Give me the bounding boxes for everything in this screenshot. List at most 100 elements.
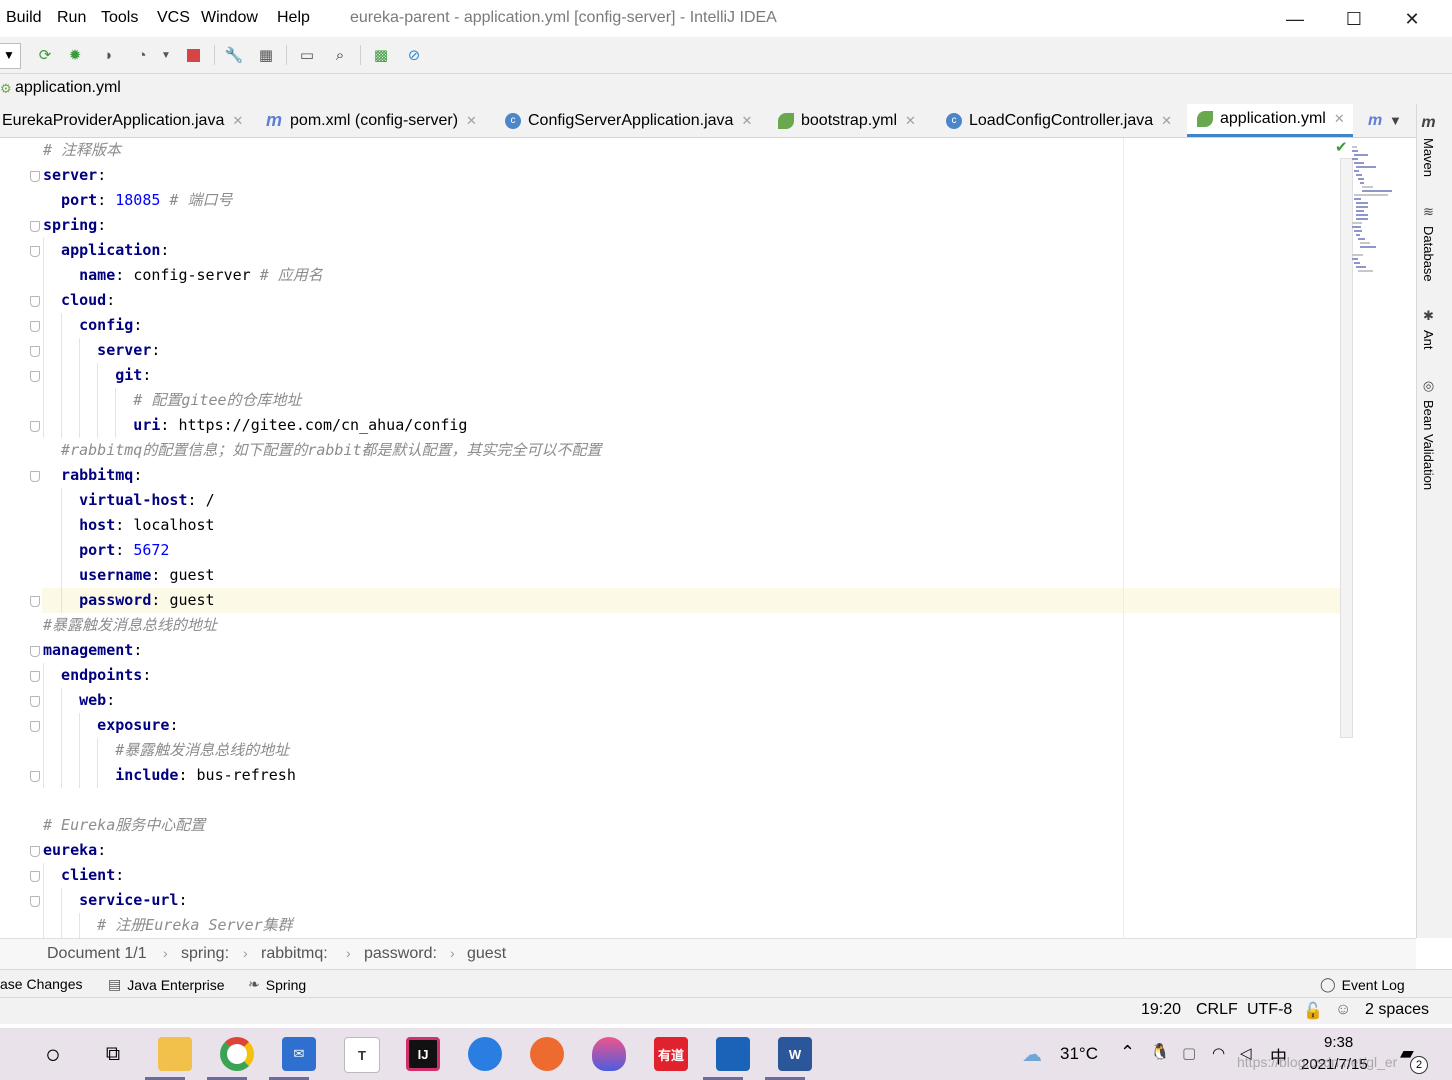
tab-bootstrap-yml[interactable]: bootstrap.yml ✕ bbox=[778, 104, 916, 137]
tab-pom-xml[interactable]: m pom.xml (config-server) ✕ bbox=[266, 104, 477, 137]
breadcrumb-document[interactable]: Document 1/1 bbox=[47, 945, 147, 963]
menu-build[interactable]: Build bbox=[6, 9, 42, 27]
breadcrumb-password[interactable]: password: bbox=[364, 945, 437, 963]
breadcrumb-spring[interactable]: spring: bbox=[181, 945, 229, 963]
chevron-up-icon[interactable]: ⌃ bbox=[1120, 1042, 1135, 1063]
fold-marker[interactable] bbox=[30, 646, 40, 657]
fold-marker[interactable] bbox=[30, 471, 40, 482]
code-line[interactable]: include: bus-refresh bbox=[43, 763, 296, 788]
power-save-icon[interactable]: ⊘ bbox=[404, 45, 424, 65]
temperature[interactable]: 31°C bbox=[1060, 1044, 1098, 1064]
code-line[interactable]: host: localhost bbox=[43, 513, 214, 538]
project-structure-icon[interactable]: ▦ bbox=[256, 45, 276, 65]
wifi-icon[interactable]: ◠ bbox=[1212, 1044, 1225, 1062]
fold-marker[interactable] bbox=[30, 896, 40, 907]
tab-load-config-controller[interactable]: c LoadConfigController.java ✕ bbox=[946, 104, 1172, 137]
tab-eureka-provider-application[interactable]: EurekaProviderApplication.java ✕ bbox=[2, 104, 243, 137]
code-line[interactable]: eureka: bbox=[43, 838, 106, 863]
rerun-icon[interactable]: ⟳ bbox=[35, 45, 55, 65]
run-config-dropdown[interactable]: ▼ bbox=[0, 43, 21, 69]
code-minimap[interactable] bbox=[1352, 146, 1414, 286]
code-editor[interactable]: # 注释版本 server: port: 18085 # 端口号 spring: a… bbox=[0, 138, 1416, 938]
code-line[interactable]: password: guest bbox=[43, 588, 214, 613]
code-line[interactable]: config: bbox=[43, 313, 142, 338]
weather-cloud-icon[interactable]: ☁ bbox=[1022, 1042, 1042, 1067]
close-tab-icon[interactable]: ✕ bbox=[466, 113, 477, 129]
code-line[interactable]: port: 5672 bbox=[43, 538, 169, 563]
close-button[interactable]: ✕ bbox=[1389, 4, 1435, 34]
code-line[interactable]: server: bbox=[43, 338, 160, 363]
code-line[interactable]: spring: bbox=[43, 213, 106, 238]
code-line[interactable]: rabbitmq: bbox=[43, 463, 142, 488]
drop-app-icon[interactable] bbox=[592, 1037, 626, 1071]
code-line[interactable]: server: bbox=[43, 163, 106, 188]
search-icon[interactable]: ⌕ bbox=[330, 45, 350, 65]
chrome-icon[interactable] bbox=[220, 1037, 254, 1071]
wrench-icon[interactable]: 🔧 bbox=[224, 45, 244, 65]
inspector-icon[interactable]: ☺ bbox=[1335, 1001, 1351, 1019]
fold-marker[interactable] bbox=[30, 346, 40, 357]
tool-event-log[interactable]: ◯ Event Log bbox=[1320, 976, 1405, 993]
photos-icon[interactable] bbox=[716, 1037, 750, 1071]
tab-config-server-application[interactable]: c ConfigServerApplication.java ✕ bbox=[505, 104, 752, 137]
indent-setting[interactable]: 2 spaces bbox=[1365, 1001, 1429, 1019]
close-tab-icon[interactable]: ✕ bbox=[232, 113, 243, 129]
code-line[interactable]: virtual-host: / bbox=[43, 488, 214, 513]
code-line[interactable]: cloud: bbox=[43, 288, 115, 313]
youdao-icon[interactable]: 有道 bbox=[654, 1037, 688, 1071]
fold-marker[interactable] bbox=[30, 246, 40, 257]
caret-position[interactable]: 19:20 bbox=[1141, 1001, 1181, 1019]
code-line[interactable]: # 注释版本 bbox=[43, 138, 121, 163]
tool-bean-validation[interactable]: ◎ Bean Validation bbox=[1421, 378, 1436, 490]
lock-icon[interactable]: 🔓 bbox=[1303, 1001, 1323, 1021]
word-icon[interactable]: W bbox=[778, 1037, 812, 1071]
tool-database-changes[interactable]: ase Changes bbox=[0, 976, 83, 992]
postman-icon[interactable] bbox=[530, 1037, 564, 1071]
search-circle-icon[interactable]: ○ bbox=[36, 1037, 70, 1071]
nav-file-name[interactable]: application.yml bbox=[15, 79, 121, 97]
minimize-button[interactable]: — bbox=[1272, 4, 1318, 34]
debug-icon[interactable]: ✹ bbox=[65, 45, 85, 65]
code-line[interactable]: management: bbox=[43, 638, 142, 663]
fold-marker[interactable] bbox=[30, 171, 40, 182]
menu-vcs[interactable]: VCS bbox=[157, 9, 190, 27]
tool-ant[interactable]: ✱ Ant bbox=[1421, 308, 1436, 350]
code-line[interactable]: #暴露触发消息总线的地址 bbox=[43, 613, 217, 638]
qq-icon[interactable]: 🐧 bbox=[1150, 1042, 1170, 1062]
code-line[interactable]: client: bbox=[43, 863, 124, 888]
fold-marker[interactable] bbox=[30, 371, 40, 382]
code-line[interactable]: # 配置gitee的仓库地址 bbox=[43, 388, 301, 413]
code-line[interactable]: web: bbox=[43, 688, 115, 713]
tool-java-enterprise[interactable]: ▤ Java Enterprise bbox=[108, 976, 225, 993]
mail-icon[interactable]: ✉ bbox=[282, 1037, 316, 1071]
coverage-icon[interactable]: ◗ bbox=[99, 45, 119, 65]
file-encoding[interactable]: UTF-8 bbox=[1247, 1001, 1292, 1019]
chevron-down-icon[interactable]: ▼ bbox=[1389, 104, 1402, 137]
breadcrumb-rabbitmq[interactable]: rabbitmq: bbox=[261, 945, 328, 963]
tool-spring[interactable]: ❧ Spring bbox=[248, 976, 306, 993]
chevron-down-icon[interactable]: ▼ bbox=[156, 45, 176, 65]
feishu-icon[interactable] bbox=[468, 1037, 502, 1071]
stop-icon[interactable] bbox=[183, 45, 203, 65]
fold-marker[interactable] bbox=[30, 596, 40, 607]
fold-marker[interactable] bbox=[30, 296, 40, 307]
close-tab-icon[interactable]: ✕ bbox=[741, 113, 752, 129]
clock-time[interactable]: 9:38 bbox=[1324, 1034, 1353, 1051]
fold-marker[interactable] bbox=[30, 696, 40, 707]
close-tab-icon[interactable]: ✕ bbox=[905, 113, 916, 129]
code-line[interactable]: application: bbox=[43, 238, 169, 263]
code-line[interactable]: # Eureka服务中心配置 bbox=[43, 813, 205, 838]
close-tab-icon[interactable]: ✕ bbox=[1161, 113, 1172, 129]
fold-marker[interactable] bbox=[30, 771, 40, 782]
menu-window[interactable]: Window bbox=[201, 9, 258, 27]
code-line[interactable]: # 注册Eureka Server集群 bbox=[43, 913, 292, 938]
task-view-icon[interactable]: ⧉ bbox=[96, 1037, 130, 1071]
line-separator[interactable]: CRLF bbox=[1196, 1001, 1238, 1019]
code-line[interactable]: #rabbitmq的配置信息；如下配置的rabbit都是默认配置，其实完全可以不… bbox=[43, 438, 601, 463]
fold-marker[interactable] bbox=[30, 671, 40, 682]
tab-application-yml[interactable]: application.yml ✕ bbox=[1187, 104, 1353, 137]
intellij-icon[interactable]: IJ bbox=[406, 1037, 440, 1071]
fold-marker[interactable] bbox=[30, 221, 40, 232]
maximize-button[interactable]: ☐ bbox=[1331, 4, 1377, 34]
fold-marker[interactable] bbox=[30, 846, 40, 857]
